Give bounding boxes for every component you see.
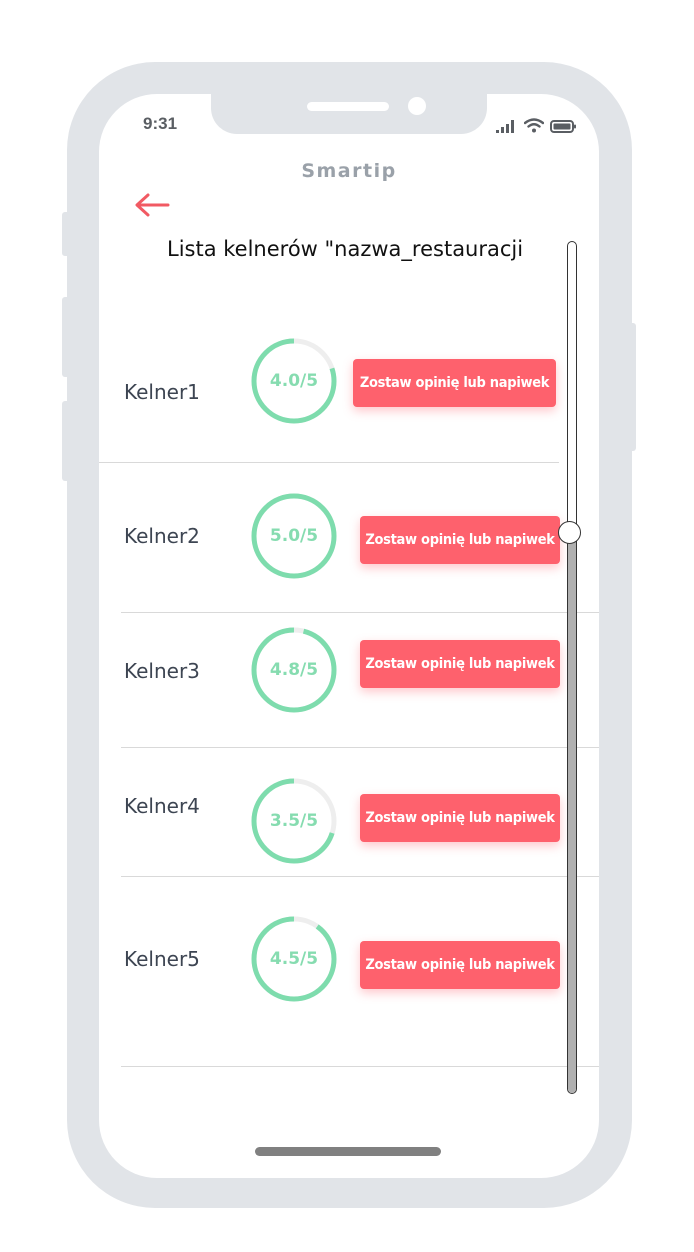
- home-indicator[interactable]: [255, 1147, 441, 1156]
- rating-ring: 5.0/5: [250, 492, 338, 580]
- arrow-left-icon[interactable]: [134, 192, 170, 218]
- notch: [211, 94, 487, 134]
- rating-value: 4.8/5: [269, 660, 319, 680]
- status-time: 9:31: [143, 114, 178, 133]
- phone-volume-down-button: [62, 401, 70, 481]
- waiter-list-title: Lista kelnerów "nazwa_restauracji: [167, 237, 524, 261]
- front-camera: [408, 97, 426, 115]
- speaker: [307, 102, 389, 111]
- signal-icon: [496, 120, 514, 133]
- waiter-name: Kelner3: [124, 659, 200, 683]
- waiter-name: Kelner1: [124, 380, 200, 404]
- waiter-name: Kelner5: [124, 947, 200, 971]
- status-icons: [496, 118, 577, 133]
- phone-silent-switch: [62, 212, 70, 256]
- leave-review-or-tip-button[interactable]: Zostaw opinię lub napiwek: [360, 516, 560, 564]
- row-divider: [99, 462, 559, 463]
- phone-volume-up-button: [62, 297, 70, 377]
- rating-value: 3.5/5: [269, 811, 319, 831]
- rating-ring: 4.0/5: [250, 337, 338, 425]
- row-divider: [121, 1066, 599, 1067]
- row-divider: [121, 747, 599, 748]
- leave-review-or-tip-button[interactable]: Zostaw opinię lub napiwek: [360, 640, 560, 688]
- rating-value: 4.0/5: [269, 371, 319, 391]
- app-title: Smartip: [301, 160, 397, 182]
- row-divider: [121, 876, 599, 877]
- phone-screen: 9:31 Smartip Lista kelnerów "nazwa_resta…: [99, 94, 599, 1178]
- row-divider: [121, 612, 599, 613]
- leave-review-or-tip-button[interactable]: Zostaw opinię lub napiwek: [360, 941, 560, 989]
- waiter-name: Kelner2: [124, 524, 200, 548]
- rating-value: 5.0/5: [269, 526, 319, 546]
- rating-ring: 4.8/5: [250, 626, 338, 714]
- rating-value: 4.5/5: [269, 949, 319, 969]
- phone-power-button: [628, 323, 636, 451]
- scrollbar-track[interactable]: [567, 241, 577, 1094]
- rating-ring: 3.5/5: [250, 777, 338, 865]
- leave-review-or-tip-button[interactable]: Zostaw opinię lub napiwek: [360, 794, 560, 842]
- rating-ring: 4.5/5: [250, 915, 338, 1003]
- waiter-name: Kelner4: [124, 794, 200, 818]
- leave-review-or-tip-button[interactable]: Zostaw opinię lub napiwek: [353, 359, 556, 407]
- scrollbar-fill: [568, 531, 576, 1093]
- wifi-icon: [524, 118, 544, 133]
- battery-icon: [550, 120, 576, 133]
- scrollbar-thumb[interactable]: [558, 521, 581, 545]
